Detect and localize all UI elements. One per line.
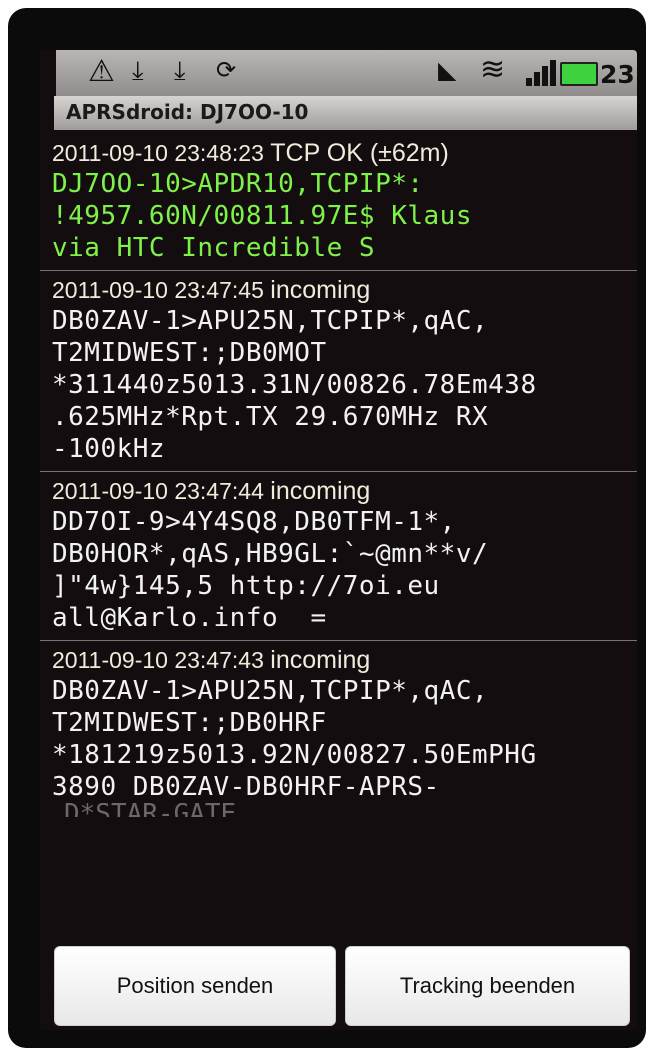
log-entry[interactable]: 2011-09-10 23:48:23 TCP OK (±62m) DJ7OO-… — [40, 134, 637, 271]
log-message: DB0ZAV-1>APU25N,TCPIP*,qAC, T2MIDWEST:;D… — [52, 306, 537, 464]
log-status: incoming — [270, 276, 371, 304]
warning-icon: ⚠ — [88, 54, 115, 89]
log-status: incoming — [270, 646, 371, 674]
sync-icon: ⟳ — [216, 56, 237, 84]
packet-log[interactable]: 2011-09-10 23:48:23 TCP OK (±62m) DJ7OO-… — [40, 134, 637, 944]
phone-screen: ⚠ ⤓ ⤓ ⟳ ◣ ≋ 23:48 APRSdroid: DJ7OO-10 20… — [40, 50, 637, 1030]
log-meta: 2011-09-10 23:47:45 incoming — [52, 275, 637, 305]
satellite-icon: ◣ — [438, 56, 457, 84]
log-entry[interactable]: 2011-09-10 23:47:45 incoming DB0ZAV-1>AP… — [40, 271, 637, 472]
stop-tracking-button[interactable]: Tracking beenden — [345, 946, 630, 1026]
log-status: incoming — [270, 477, 371, 505]
status-bar: ⚠ ⤓ ⤓ ⟳ ◣ ≋ 23:48 — [56, 50, 637, 96]
wifi-icon: ≋ — [480, 52, 506, 87]
status-time: 23:48 — [600, 60, 637, 89]
app-title-bar: APRSdroid: DJ7OO-10 — [54, 96, 637, 130]
log-timestamp: 2011-09-10 23:47:43 — [52, 647, 264, 673]
log-timestamp: 2011-09-10 23:47:45 — [52, 277, 264, 303]
log-meta: 2011-09-10 23:47:43 incoming — [52, 645, 637, 675]
log-message: DD7OI-9>4Y4SQ8,DB0TFM-1*, DB0HOR*,qAS,HB… — [52, 507, 489, 633]
log-message: DJ7OO-10>APDR10,TCPIP*: !4957.60N/00811.… — [52, 169, 472, 263]
battery-icon — [560, 62, 598, 86]
download-icon: ⤓ — [174, 56, 186, 86]
send-position-button[interactable]: Position senden — [54, 946, 336, 1026]
log-timestamp: 2011-09-10 23:47:44 — [52, 478, 264, 504]
log-entry[interactable]: 2011-09-10 23:47:44 incoming DD7OI-9>4Y4… — [40, 472, 637, 641]
log-message-cut-line: D*STAR-GATE — [52, 803, 637, 817]
signal-icon — [526, 60, 558, 86]
log-meta: 2011-09-10 23:48:23 TCP OK (±62m) — [52, 138, 637, 168]
app-title: APRSdroid: DJ7OO-10 — [66, 100, 309, 124]
log-timestamp: 2011-09-10 23:48:23 — [52, 140, 264, 166]
log-entry[interactable]: 2011-09-10 23:47:43 incoming DB0ZAV-1>AP… — [40, 641, 637, 823]
log-message: DB0ZAV-1>APU25N,TCPIP*,qAC, T2MIDWEST:;D… — [52, 676, 537, 802]
log-status: TCP OK (±62m) — [270, 139, 449, 167]
download-icon: ⤓ — [132, 56, 144, 86]
log-meta: 2011-09-10 23:47:44 incoming — [52, 476, 637, 506]
